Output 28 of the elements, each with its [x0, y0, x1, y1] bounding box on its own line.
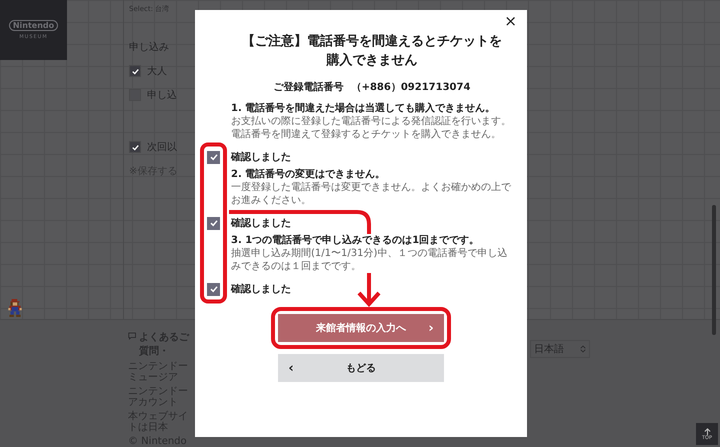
up-arrow-icon [704, 428, 710, 434]
checkbox[interactable] [129, 65, 141, 77]
phone-label: ご登録電話番号 [274, 80, 344, 94]
chevron-icon: ‹ [286, 360, 296, 376]
chat-bubble-icon [128, 332, 137, 340]
checkbox[interactable] [207, 282, 220, 296]
checkbox[interactable] [207, 216, 220, 230]
pixel-character-icon [8, 299, 22, 317]
item-text: 一度登録した電話番号は変更できません。よくお確かめの上でお進みください。 [231, 181, 513, 207]
scrollbar[interactable] [712, 205, 716, 335]
chevron-icon: › [426, 320, 436, 336]
dialog-title: 【ご注意】電話番号を間違えるとチケットを購入できません [241, 32, 503, 70]
checkbox-label: 確認しました [231, 150, 291, 164]
phone-number: （+886）0921713074 [352, 81, 470, 94]
checkbox-label: 確認しました [231, 216, 291, 230]
updown-arrows-icon [580, 345, 586, 353]
logo-wordmark: Nintendo [8, 20, 58, 31]
checkmark-icon [208, 218, 218, 228]
checkmark-icon [208, 284, 218, 294]
checkmark-icon [208, 152, 218, 162]
next-button[interactable]: 来館者情報の入力へ › [278, 314, 444, 342]
checkbox[interactable] [129, 141, 141, 153]
checkmark-icon [130, 142, 140, 152]
checkbox-label: 確認しました [231, 282, 291, 296]
close-button[interactable]: × [500, 12, 521, 30]
back-button[interactable]: ‹ もどる [278, 354, 444, 382]
checkmark-icon [130, 66, 140, 76]
checkbox[interactable] [207, 150, 220, 164]
